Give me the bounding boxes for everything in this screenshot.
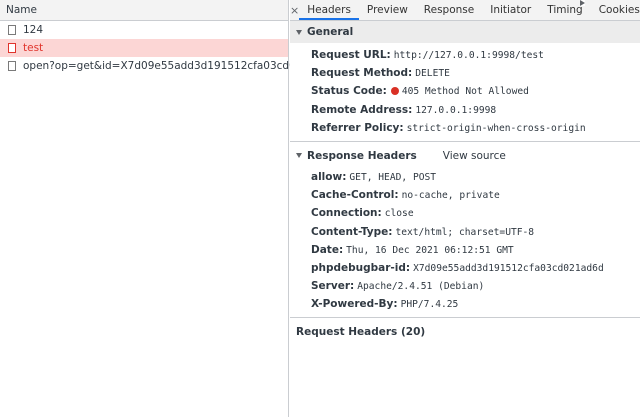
file-icon (8, 25, 16, 35)
header-value: 405 Method Not Allowed (401, 86, 529, 98)
header-key: phpdebugbar-id: (311, 261, 411, 274)
request-headers-title: Request Headers (20) (296, 326, 426, 339)
header-key: Date: (311, 243, 344, 256)
close-icon[interactable]: × (290, 0, 299, 20)
header-key: Referrer Policy: (311, 121, 404, 134)
request-list-panel: Name 124 test open?op=get&id=X7d09e55add… (0, 0, 336, 417)
request-details-panel: × Headers Preview Response Initiator Tim… (290, 0, 640, 417)
header-value: 127.0.0.1:9998 (415, 104, 497, 116)
triangle-down-icon (296, 29, 302, 35)
file-icon (8, 61, 16, 71)
tab-initiator[interactable]: Initiator (482, 0, 539, 20)
request-row[interactable]: open?op=get&id=X7d09e55add3d191512cfa03c… (0, 57, 336, 75)
header-key: allow: (311, 170, 347, 183)
request-row-selected[interactable]: test (0, 39, 288, 57)
details-tabbar: × Headers Preview Response Initiator Tim… (290, 0, 640, 21)
header-value: text/html; charset=UTF-8 (395, 226, 535, 238)
header-row: Cache-Control: no-cache, private (290, 186, 640, 204)
header-key: Content-Type: (311, 225, 393, 238)
tab-response[interactable]: Response (416, 0, 482, 20)
header-row: Request URL: http://127.0.0.1:9998/test (290, 46, 640, 64)
header-row: Date: Thu, 16 Dec 2021 06:12:51 GMT (290, 241, 640, 259)
header-row: Connection: close (290, 204, 640, 222)
header-value: X7d09e55add3d191512cfa03cd021ad6d (413, 262, 604, 274)
request-row[interactable]: 124 (0, 21, 288, 39)
header-row: Remote Address: 127.0.0.1:9998 (290, 101, 640, 119)
request-name: test (23, 42, 44, 54)
header-row: Content-Type: text/html; charset=UTF-8 (290, 223, 640, 241)
header-value: GET, HEAD, POST (349, 171, 437, 183)
header-key: Remote Address: (311, 103, 413, 116)
response-headers-title: Response Headers (307, 149, 417, 162)
section-divider (290, 140, 640, 142)
response-headers-section-header[interactable]: Response Headers View source (290, 145, 640, 167)
header-key: Request Method: (311, 67, 413, 80)
general-section-body: Request URL: http://127.0.0.1:9998/test R… (290, 43, 640, 141)
header-row: X-Powered-By: PHP/7.4.25 (290, 295, 640, 313)
header-value: PHP/7.4.25 (400, 299, 459, 311)
triangle-right-icon (580, 0, 585, 6)
request-name: 124 (23, 24, 44, 36)
header-row: Server: Apache/2.4.51 (Debian) (290, 277, 640, 295)
triangle-down-icon (296, 153, 302, 159)
header-key: Request URL: (311, 49, 391, 61)
header-key: X-Powered-By: (311, 298, 398, 311)
tab-headers[interactable]: Headers (299, 0, 359, 20)
header-row: allow: GET, HEAD, POST (290, 168, 640, 186)
tab-preview[interactable]: Preview (359, 0, 416, 20)
header-value: DELETE (415, 68, 450, 80)
section-divider (290, 317, 640, 319)
header-key: Cache-Control: (311, 189, 399, 202)
status-error-icon (390, 87, 399, 96)
header-key: Server: (311, 280, 355, 293)
tab-cookies[interactable]: Cookies (591, 0, 640, 20)
header-value: no-cache, private (401, 190, 500, 202)
header-row: Referrer Policy: strict-origin-when-cross… (290, 119, 640, 137)
response-headers-body: allow: GET, HEAD, POST Cache-Control: no-c… (290, 167, 640, 318)
view-source-link[interactable]: View source (443, 145, 506, 167)
header-row: Status Code: 405 Method Not Allowed (290, 82, 640, 100)
header-row: Request Method: DELETE (290, 64, 640, 82)
header-value: http://127.0.0.1:9998/test (393, 50, 544, 61)
header-value: strict-origin-when-cross-origin (406, 122, 586, 134)
header-row: phpdebugbar-id: X7d09e55add3d191512cfa03c… (290, 259, 640, 277)
general-section-title: General (307, 26, 354, 38)
header-key: Status Code: (311, 85, 387, 98)
file-icon (8, 43, 16, 53)
header-value: close (384, 208, 414, 220)
name-column-header[interactable]: Name (0, 0, 288, 21)
request-name: open?op=get&id=X7d09e55add3d191512cfa03c… (23, 60, 336, 72)
header-key: Connection: (311, 207, 382, 220)
header-value: Apache/2.4.51 (Debian) (357, 281, 485, 293)
header-value: Thu, 16 Dec 2021 06:12:51 GMT (346, 244, 514, 256)
general-section-header[interactable]: General (290, 21, 640, 43)
request-headers-section-header[interactable]: Request Headers (20) (290, 0, 640, 343)
